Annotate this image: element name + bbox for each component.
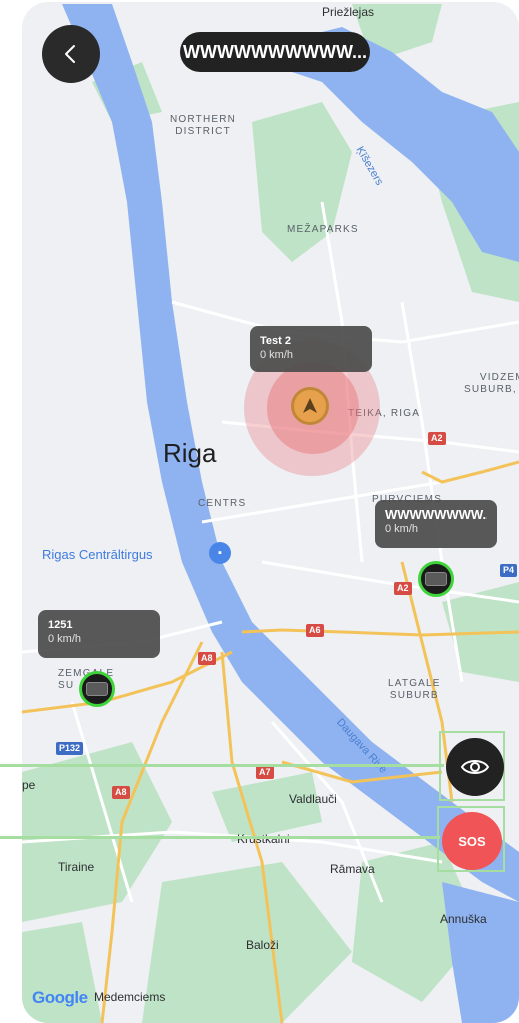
vehicle-name: Test 2 bbox=[260, 335, 291, 347]
vehicle-name: WWWWWWWW... bbox=[385, 508, 487, 522]
shopping-bag-icon: ▪ bbox=[209, 542, 231, 564]
place-medemciems: Medemciems bbox=[94, 990, 166, 1004]
app-screen: Priežlejas NORTHERN DISTRICT Ķīšezers ME… bbox=[0, 0, 519, 1023]
callout-device-right[interactable]: WWWWWWWW... 0 km/h bbox=[375, 500, 497, 548]
road-shield-p132: P132 bbox=[56, 742, 84, 755]
eye-icon bbox=[460, 760, 490, 774]
device-marker-left[interactable] bbox=[79, 671, 115, 707]
river-lower bbox=[442, 882, 519, 1023]
guide-line-sos bbox=[0, 836, 440, 839]
place-annuska: Annuška bbox=[440, 912, 487, 926]
place-balozi: Baloži bbox=[246, 938, 279, 952]
road-shield-a2-mid: A2 bbox=[394, 582, 412, 595]
road-shield-a6: A6 bbox=[306, 624, 324, 637]
google-logo-text: Google bbox=[32, 988, 88, 1007]
place-priezlejas: Priežlejas bbox=[322, 5, 375, 19]
vehicle-speed: 0 km/h bbox=[48, 633, 82, 645]
district-latgale: LATGALE SUBURB bbox=[388, 678, 441, 701]
road-shield-a2-top: A2 bbox=[428, 432, 446, 445]
self-vehicle-marker[interactable] bbox=[291, 387, 329, 425]
place-tiraine: Tiraine bbox=[58, 860, 95, 874]
place-krustkalni: Krustkalni bbox=[237, 832, 290, 846]
page-title: WWWWWWWWWW... bbox=[180, 32, 370, 72]
callout-device-left[interactable]: 1251 0 km/h bbox=[38, 610, 160, 658]
district-mezaparks: MEŽAPARKS bbox=[287, 224, 359, 235]
road-shield-a8-center: A8 bbox=[198, 652, 216, 665]
device-marker-right[interactable] bbox=[418, 561, 454, 597]
city-label-riga: Riga bbox=[163, 438, 217, 468]
district-centrs: CENTRS bbox=[198, 498, 247, 509]
guide-line-visibility bbox=[0, 764, 444, 767]
place-ramava: Rāmava bbox=[330, 862, 375, 876]
callout-self-vehicle[interactable]: Test 2 0 km/h bbox=[250, 326, 372, 372]
place-valdlauci: Valdlauči bbox=[289, 792, 337, 806]
visibility-toggle-button[interactable] bbox=[446, 738, 504, 796]
sos-button[interactable]: SOS bbox=[442, 812, 502, 870]
road-shield-p4: P4 bbox=[500, 564, 518, 577]
road-shield-a7: A7 bbox=[256, 766, 274, 779]
road-shield-a8-left: A8 bbox=[112, 786, 130, 799]
google-attribution: Google bbox=[32, 988, 88, 1008]
device-thumbnail bbox=[425, 572, 447, 586]
vehicle-speed: 0 km/h bbox=[260, 349, 294, 361]
place-market: Rigas Centrāltirgus bbox=[42, 547, 153, 562]
vehicle-speed: 0 km/h bbox=[385, 523, 419, 535]
chevron-left-icon bbox=[65, 45, 75, 63]
place-pe: pe bbox=[22, 778, 36, 792]
back-button[interactable] bbox=[42, 25, 100, 83]
navigation-arrow-icon bbox=[303, 398, 317, 413]
device-thumbnail bbox=[86, 682, 108, 696]
vehicle-name: 1251 bbox=[48, 619, 73, 631]
district-vidzeme: VIDZEM SUBURB, I bbox=[464, 372, 519, 395]
district-northern: NORTHERN DISTRICT bbox=[170, 114, 237, 137]
